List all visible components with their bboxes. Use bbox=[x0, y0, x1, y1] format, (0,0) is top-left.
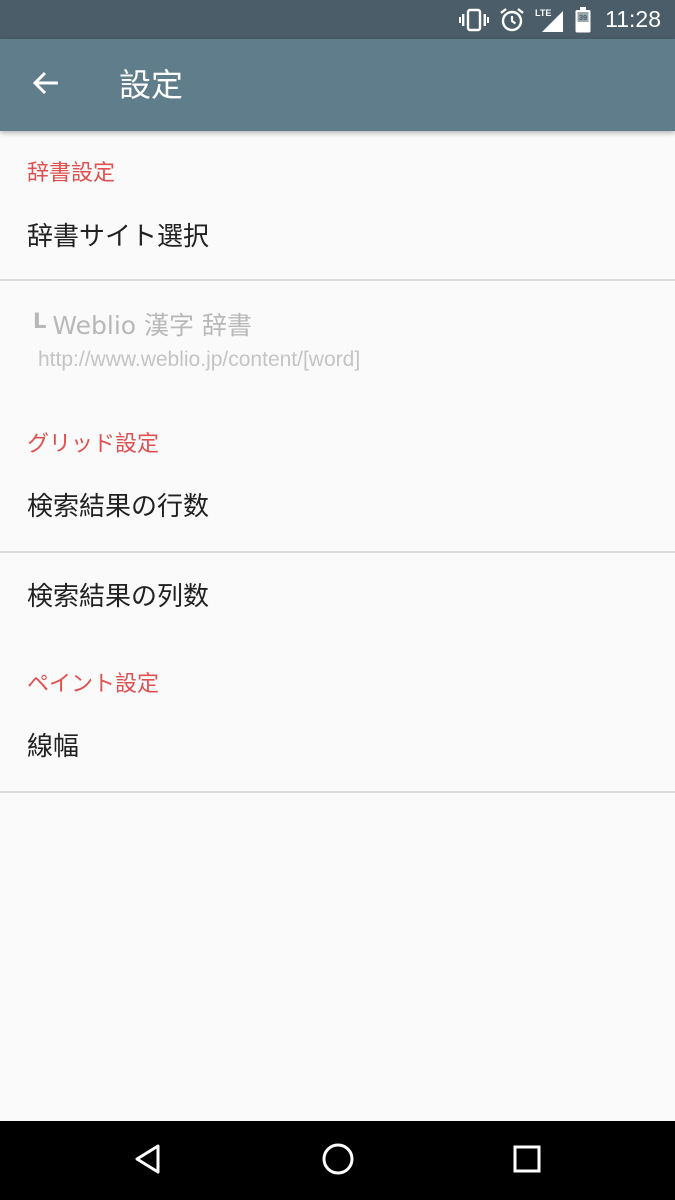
divider bbox=[0, 791, 675, 793]
pref-title: 検索結果の列数 bbox=[27, 582, 210, 612]
nav-recents-button[interactable] bbox=[497, 1131, 557, 1191]
status-icons: LTE 39 11:28 bbox=[459, 0, 661, 39]
page-title: 設定 bbox=[119, 66, 184, 104]
pref-dictionary-site-select[interactable]: 辞書サイト選択 bbox=[0, 211, 675, 279]
navigation-bar bbox=[0, 1121, 675, 1200]
app-bar: 設定 bbox=[0, 39, 675, 131]
lte-signal-icon: LTE bbox=[535, 7, 565, 33]
category-paint-settings: ペイント設定 bbox=[27, 672, 160, 697]
divider bbox=[0, 279, 675, 281]
pref-result-rows[interactable]: 検索結果の行数 bbox=[0, 483, 675, 551]
pref-title: 辞書サイト選択 bbox=[27, 222, 210, 252]
pref-result-columns[interactable]: 検索結果の列数 bbox=[0, 553, 675, 633]
battery-icon: 39 bbox=[575, 6, 591, 33]
alarm-icon bbox=[499, 7, 525, 33]
svg-text:LTE: LTE bbox=[535, 8, 551, 18]
back-button[interactable] bbox=[18, 57, 74, 113]
arrow-back-icon bbox=[32, 69, 60, 101]
vibrate-icon bbox=[459, 8, 490, 32]
nav-home-button[interactable] bbox=[308, 1131, 368, 1191]
status-bar: LTE 39 11:28 bbox=[0, 0, 675, 39]
current-site-url: http://www.weblio.jp/content/[word] bbox=[38, 348, 361, 371]
svg-text:39: 39 bbox=[579, 13, 587, 22]
category-dictionary-settings: 辞書設定 bbox=[27, 161, 116, 186]
corner-mark: L bbox=[33, 309, 47, 333]
status-time: 11:28 bbox=[605, 6, 661, 32]
recents-square-icon bbox=[512, 1144, 542, 1178]
pref-title: 検索結果の行数 bbox=[27, 492, 210, 522]
home-circle-icon bbox=[321, 1142, 355, 1180]
pref-line-width[interactable]: 線幅 bbox=[0, 723, 675, 791]
back-triangle-icon bbox=[132, 1143, 164, 1179]
nav-back-button[interactable] bbox=[118, 1131, 178, 1191]
category-grid-settings: グリッド設定 bbox=[27, 432, 160, 457]
current-site-name: Weblio 漢字 辞書 bbox=[52, 311, 252, 340]
pref-title: 線幅 bbox=[27, 732, 80, 762]
settings-list: 辞書設定 辞書サイト選択 L Weblio 漢字 辞書 http://www.w… bbox=[0, 131, 675, 1121]
current-dictionary-site: L Weblio 漢字 辞書 bbox=[33, 309, 252, 344]
